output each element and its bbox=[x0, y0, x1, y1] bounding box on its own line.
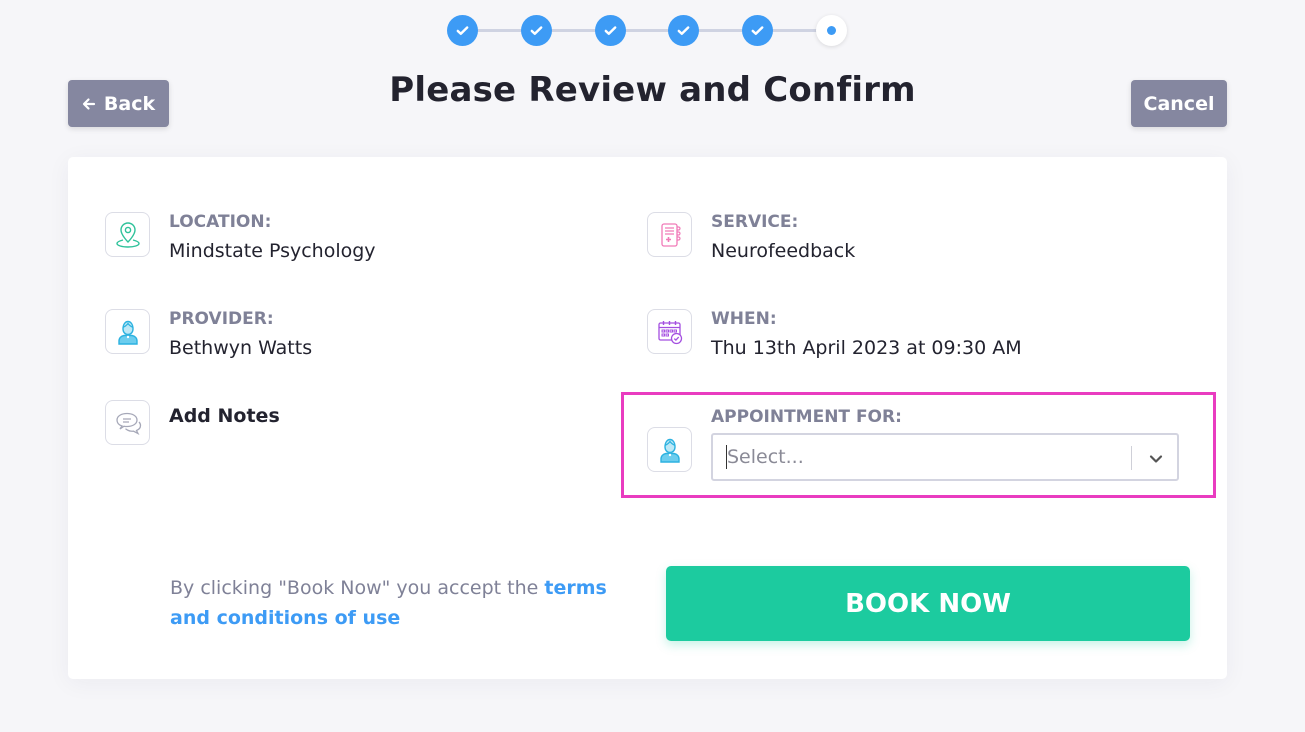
terms-notice: By clicking "Book Now" you accept the te… bbox=[170, 573, 640, 633]
service-value: Neurofeedback bbox=[711, 240, 856, 262]
cancel-button[interactable]: Cancel bbox=[1131, 80, 1227, 127]
progress-stepper bbox=[447, 15, 847, 47]
check-icon bbox=[456, 26, 469, 35]
provider-icon-box bbox=[105, 309, 150, 354]
notes-icon-box[interactable] bbox=[105, 400, 150, 445]
step-5-complete bbox=[742, 15, 773, 46]
location-detail: LOCATION: Mindstate Psychology bbox=[105, 212, 376, 263]
map-pin-icon bbox=[115, 221, 140, 248]
calendar-check-icon bbox=[657, 320, 682, 344]
provider-label: PROVIDER: bbox=[169, 309, 274, 329]
when-value: Thu 13th April 2023 at 09:30 AM bbox=[711, 337, 1022, 359]
service-detail: SERVICE: Neurofeedback bbox=[647, 212, 855, 263]
when-icon-box bbox=[647, 309, 692, 354]
book-now-label: BOOK NOW bbox=[845, 588, 1011, 619]
provider-value: Bethwyn Watts bbox=[169, 337, 313, 359]
review-card: LOCATION: Mindstate Psychology SERVICE: … bbox=[68, 157, 1227, 679]
book-now-button[interactable]: BOOK NOW bbox=[666, 566, 1190, 641]
step-4-complete bbox=[668, 15, 699, 46]
medical-notebook-icon bbox=[660, 222, 681, 247]
add-notes-item[interactable]: Add Notes bbox=[105, 400, 280, 445]
when-detail: WHEN: Thu 13th April 2023 at 09:30 AM bbox=[647, 309, 1022, 360]
stepper-line bbox=[463, 29, 833, 32]
person-icon bbox=[659, 438, 680, 463]
current-step-dot bbox=[827, 26, 836, 35]
when-label: WHEN: bbox=[711, 309, 777, 329]
chevron-down-icon[interactable] bbox=[1147, 450, 1165, 468]
step-6-current bbox=[816, 15, 847, 46]
service-icon-box bbox=[647, 212, 692, 257]
service-label: SERVICE: bbox=[711, 212, 799, 232]
check-icon bbox=[604, 26, 617, 35]
terms-prefix: By clicking "Book Now" you accept the bbox=[170, 577, 545, 599]
select-placeholder: Select... bbox=[727, 446, 804, 468]
appointment-for-icon-box bbox=[647, 427, 692, 472]
appointment-for-label: APPOINTMENT FOR: bbox=[711, 407, 902, 427]
chat-bubbles-icon bbox=[115, 412, 141, 435]
provider-detail: PROVIDER: Bethwyn Watts bbox=[105, 309, 312, 360]
location-value: Mindstate Psychology bbox=[169, 240, 376, 262]
check-icon bbox=[530, 26, 543, 35]
check-icon bbox=[677, 26, 690, 35]
appointment-for-field: APPOINTMENT FOR: Select... bbox=[647, 407, 1179, 481]
step-2-complete bbox=[521, 15, 552, 46]
location-icon-box bbox=[105, 212, 150, 257]
step-3-complete bbox=[595, 15, 626, 46]
step-1-complete bbox=[447, 15, 478, 46]
select-separator bbox=[1131, 446, 1132, 470]
person-icon bbox=[117, 320, 138, 345]
cancel-label: Cancel bbox=[1143, 92, 1215, 115]
check-icon bbox=[751, 26, 764, 35]
location-label: LOCATION: bbox=[169, 212, 272, 232]
page-title: Please Review and Confirm bbox=[389, 70, 916, 110]
appointment-for-select[interactable]: Select... bbox=[711, 433, 1179, 481]
add-notes-link[interactable]: Add Notes bbox=[169, 404, 280, 428]
